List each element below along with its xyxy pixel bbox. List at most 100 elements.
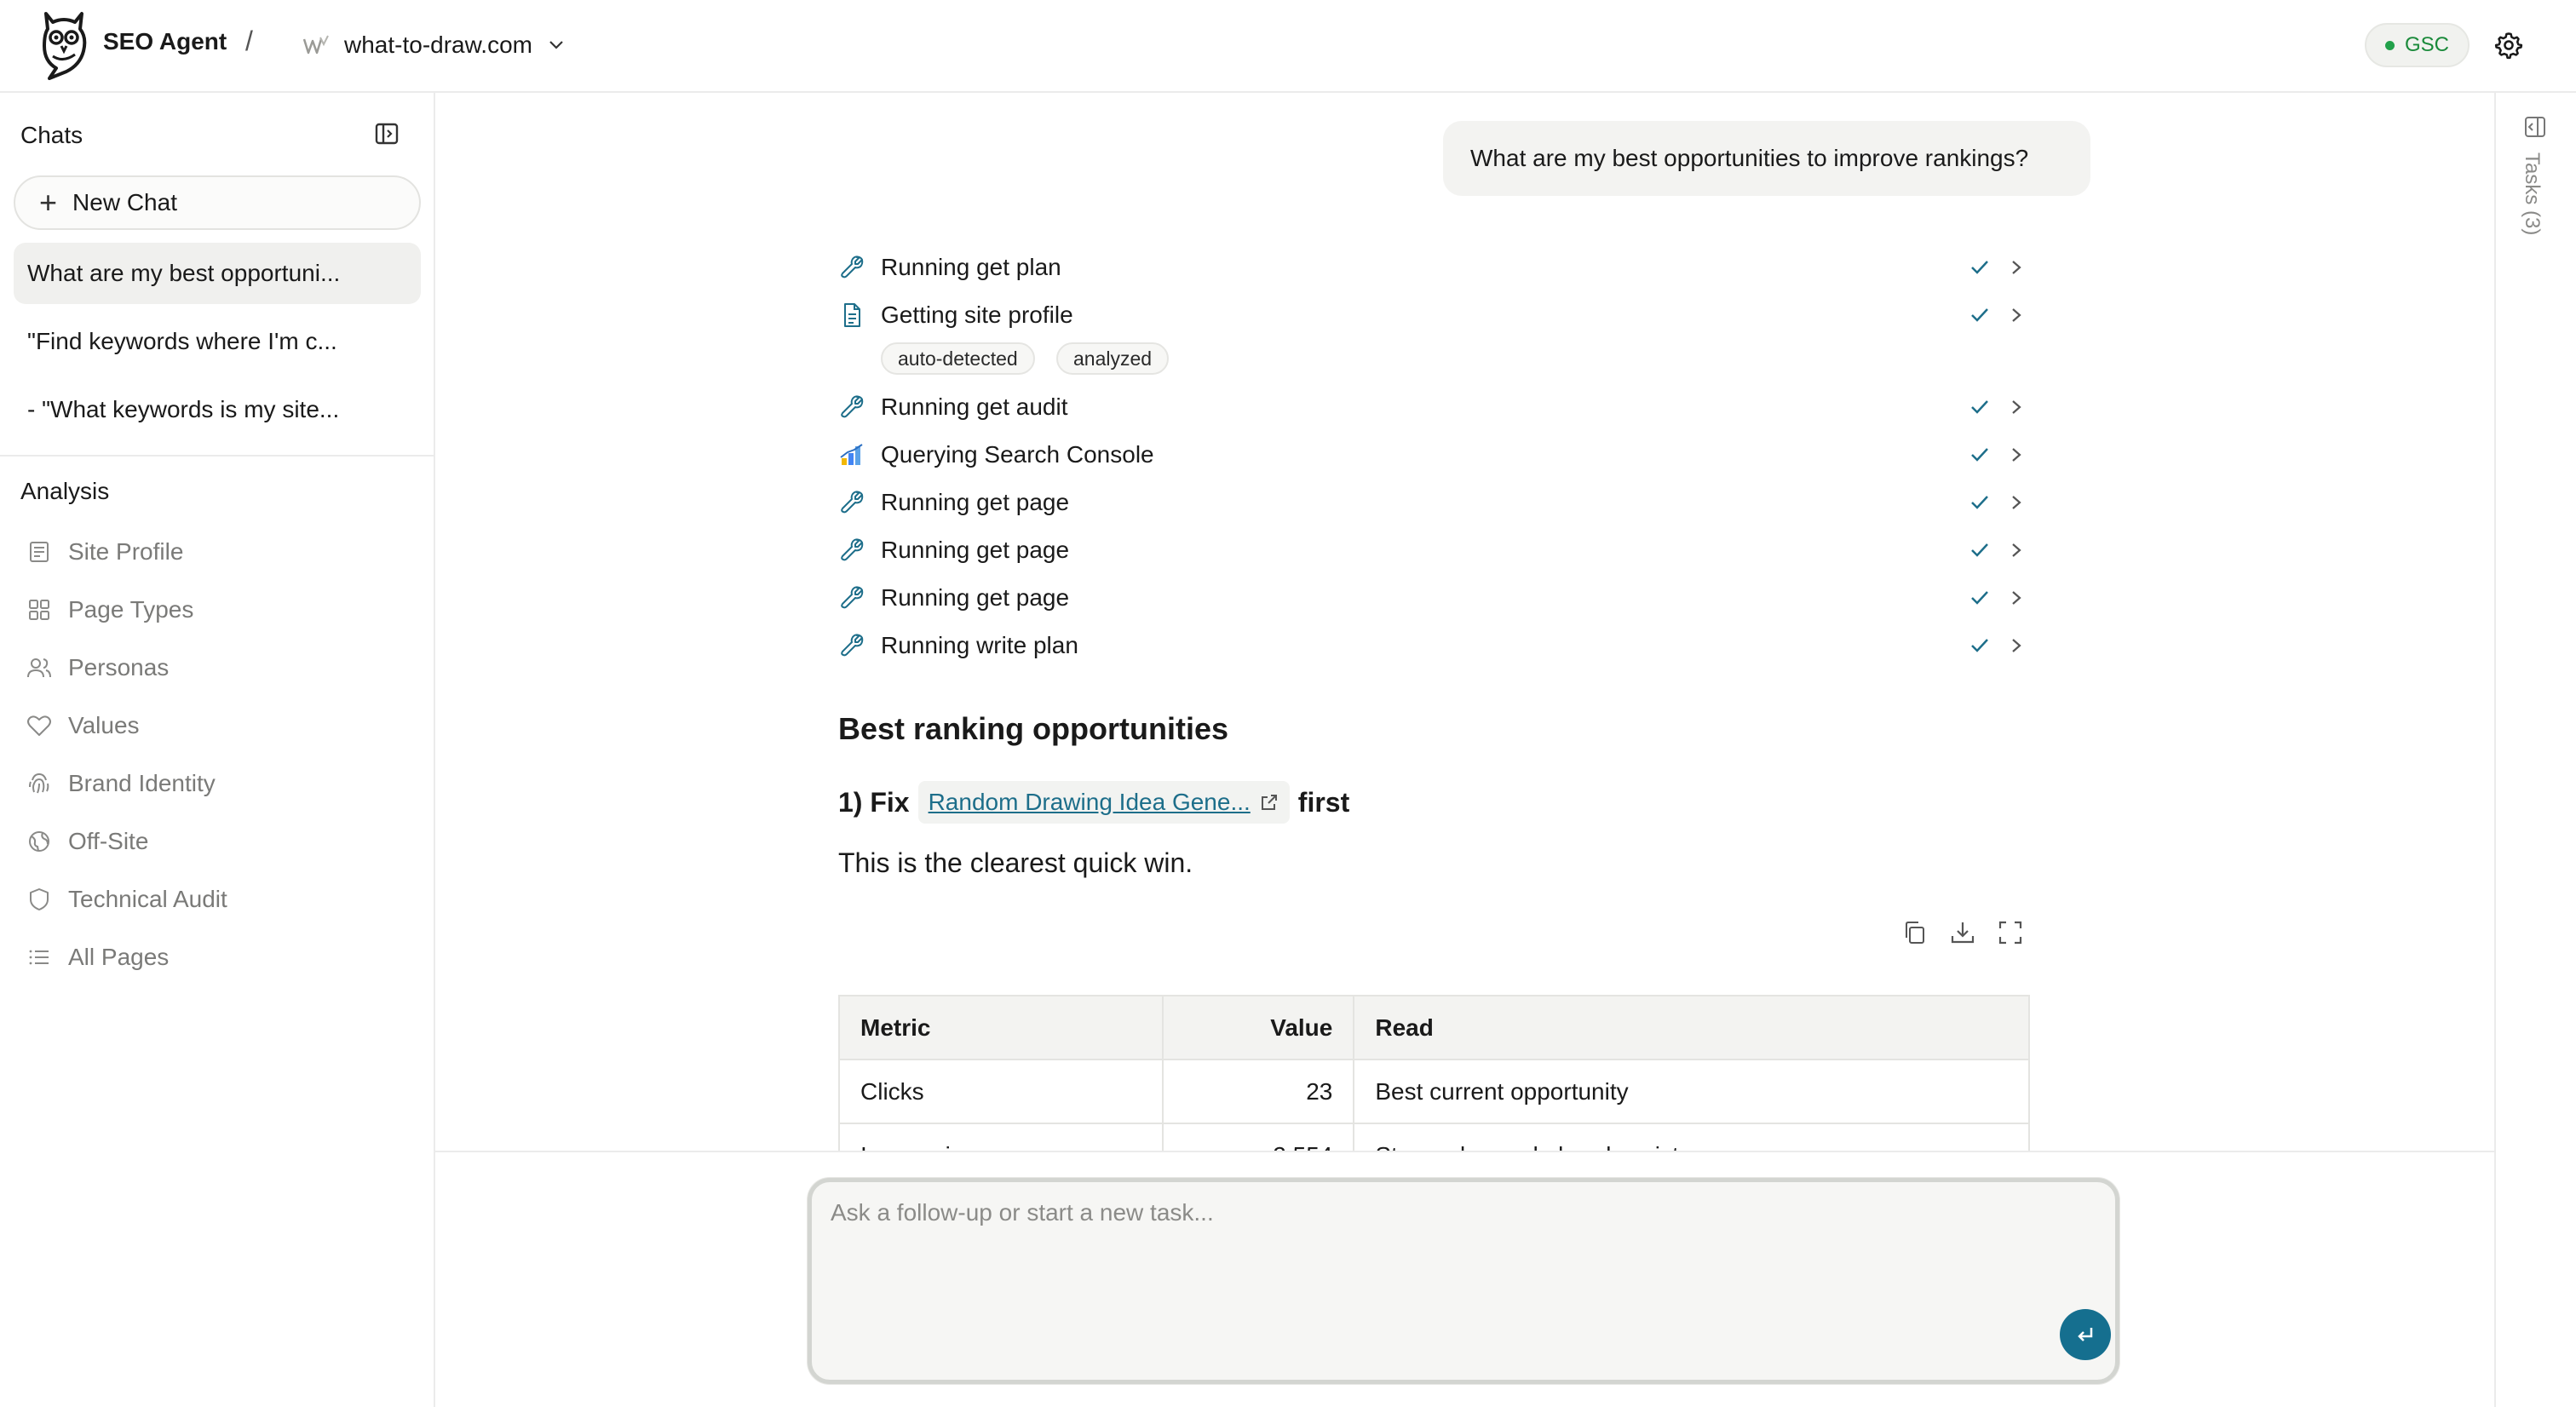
sidebar-item-personas[interactable]: Personas	[26, 647, 169, 688]
tool-step-label: Getting site profile	[881, 302, 1073, 328]
check-icon	[1971, 261, 1988, 274]
site-favicon-icon	[302, 35, 329, 55]
tool-step-row[interactable]: Running get page	[838, 577, 2039, 618]
site-name: what-to-draw.com	[344, 32, 532, 58]
analysis-title: Analysis	[20, 478, 110, 504]
sidebar-item-page-types[interactable]: Page Types	[26, 589, 193, 630]
tasks-tab[interactable]: Tasks (3)	[2520, 152, 2544, 235]
copy-icon[interactable]	[1900, 918, 1929, 947]
tool-step-label: Running get page	[881, 537, 1070, 563]
sidebar-item-label: Values	[68, 712, 140, 738]
page-link[interactable]: Random Drawing Idea Gene...	[917, 781, 1290, 824]
owl-logo-icon[interactable]	[37, 9, 90, 80]
chevron-right-icon	[2012, 639, 2021, 652]
status-dot-icon	[2385, 40, 2395, 50]
chat-main: What are my best opportunities to improv…	[435, 93, 2494, 1151]
tool-step-row[interactable]: Running get audit	[838, 387, 2039, 428]
panel-toggle-icon[interactable]	[2523, 115, 2547, 139]
sidebar-item-label: All Pages	[68, 944, 170, 970]
tool-step-row[interactable]: Querying Search Console	[838, 434, 2039, 475]
tool-step-label: Running write plan	[881, 632, 1078, 658]
tool-step-row[interactable]: Running get page	[838, 530, 2039, 571]
chevron-right-icon	[2012, 543, 2021, 557]
page-link-label: Random Drawing Idea Gene...	[928, 789, 1251, 815]
sidebar-item-label: Site Profile	[68, 538, 184, 565]
top-header: SEO Agent / what-to-draw.com GSC	[0, 0, 2576, 93]
new-chat-button[interactable]: + New Chat	[14, 175, 421, 230]
tool-step-label: Running get page	[881, 489, 1070, 515]
message-input[interactable]	[831, 1199, 2091, 1318]
table-cell: 2,554	[1161, 1123, 1355, 1151]
shield-icon	[30, 888, 49, 910]
user-message: What are my best opportunities to improv…	[1443, 121, 2090, 196]
tag-pill: analyzed	[1056, 342, 1170, 375]
fix-heading: 1) Fix Random Drawing Idea Gene... first	[838, 780, 1349, 824]
sidebar-item-values[interactable]: Values	[26, 705, 140, 746]
tool-step-row[interactable]: Running write plan	[838, 625, 2039, 666]
gear-icon[interactable]	[2494, 31, 2523, 60]
check-icon	[1971, 448, 1988, 462]
column-header: Value	[1161, 995, 1355, 1060]
fix-prefix: 1) Fix	[838, 786, 910, 818]
wrench-icon	[841, 586, 864, 609]
search-console-icon	[840, 444, 863, 465]
chat-item[interactable]: "Find keywords where I'm c...	[14, 311, 421, 372]
sidebar-divider	[0, 455, 435, 457]
chevron-down-icon	[549, 41, 563, 49]
table-header-row: Metric Value Read	[838, 995, 2030, 1060]
chat-item-label: - "What keywords is my site...	[27, 396, 340, 422]
tool-step-label: Running get audit	[881, 393, 1068, 420]
chevron-right-icon	[2012, 448, 2021, 462]
chevron-right-icon	[2012, 308, 2021, 322]
chevron-right-icon	[2012, 261, 2021, 274]
column-header: Metric	[838, 995, 1164, 1060]
breadcrumb-separator: /	[245, 26, 253, 56]
sidebar-item-site-profile[interactable]: Site Profile	[26, 531, 183, 572]
sidebar-item-technical-audit[interactable]: Technical Audit	[26, 879, 227, 920]
send-button[interactable]	[2060, 1309, 2111, 1360]
wrench-icon	[841, 634, 864, 657]
grid-icon	[29, 600, 49, 620]
collapse-sidebar-icon[interactable]	[374, 121, 400, 146]
check-icon	[1971, 543, 1988, 557]
table-cell: Best current opportunity	[1353, 1059, 2030, 1124]
site-switcher[interactable]: what-to-draw.com	[296, 24, 570, 66]
metrics-table: Metric Value Read Clicks 23 Best current…	[838, 995, 2030, 1151]
check-icon	[1971, 308, 1988, 322]
table-cell: Clicks	[838, 1059, 1164, 1124]
chat-item[interactable]: What are my best opportuni...	[14, 243, 421, 304]
tool-step-row[interactable]: Getting site profile	[838, 295, 2039, 336]
table-row: Impressions 2,554 Strong demand already …	[838, 1123, 2030, 1151]
section-heading: Best ranking opportunities	[838, 711, 1229, 746]
wrench-icon	[841, 395, 864, 418]
tool-step-row[interactable]: Running get page	[838, 482, 2039, 523]
tool-step-row[interactable]: Running get plan	[838, 247, 2039, 288]
tool-step-label: Running get page	[881, 584, 1070, 611]
sidebar-item-off-site[interactable]: Off-Site	[26, 821, 148, 862]
composer-area	[435, 1151, 2494, 1407]
composer-box	[808, 1178, 2119, 1384]
wrench-icon	[841, 256, 864, 279]
download-icon[interactable]	[1948, 918, 1977, 947]
sidebar-item-label: Technical Audit	[68, 886, 227, 912]
sidebar-item-brand-identity[interactable]: Brand Identity	[26, 763, 216, 804]
tasks-rail: Tasks (3)	[2494, 93, 2576, 1407]
chat-item[interactable]: - "What keywords is my site...	[14, 379, 421, 440]
sidebar: Chats + New Chat What are my best opport…	[0, 93, 435, 1407]
chats-title: Chats	[20, 122, 83, 148]
sidebar-item-label: Personas	[68, 654, 170, 681]
sidebar-item-label: Brand Identity	[68, 770, 216, 796]
enter-arrow-icon	[2078, 1328, 2093, 1341]
gsc-status-badge[interactable]: GSC	[2365, 23, 2470, 67]
check-icon	[1971, 496, 1988, 509]
expand-icon[interactable]	[1996, 918, 2025, 947]
sidebar-item-all-pages[interactable]: All Pages	[26, 937, 169, 978]
app-name: SEO Agent	[103, 28, 227, 55]
table-row: Clicks 23 Best current opportunity	[838, 1059, 2030, 1124]
table-cell: Strong demand already exists	[1353, 1123, 2030, 1151]
tool-step-label: Running get plan	[881, 254, 1061, 280]
heart-icon	[27, 715, 51, 736]
column-header: Read	[1353, 995, 2030, 1060]
check-icon	[1971, 639, 1988, 652]
sidebar-item-label: Off-Site	[68, 828, 149, 854]
